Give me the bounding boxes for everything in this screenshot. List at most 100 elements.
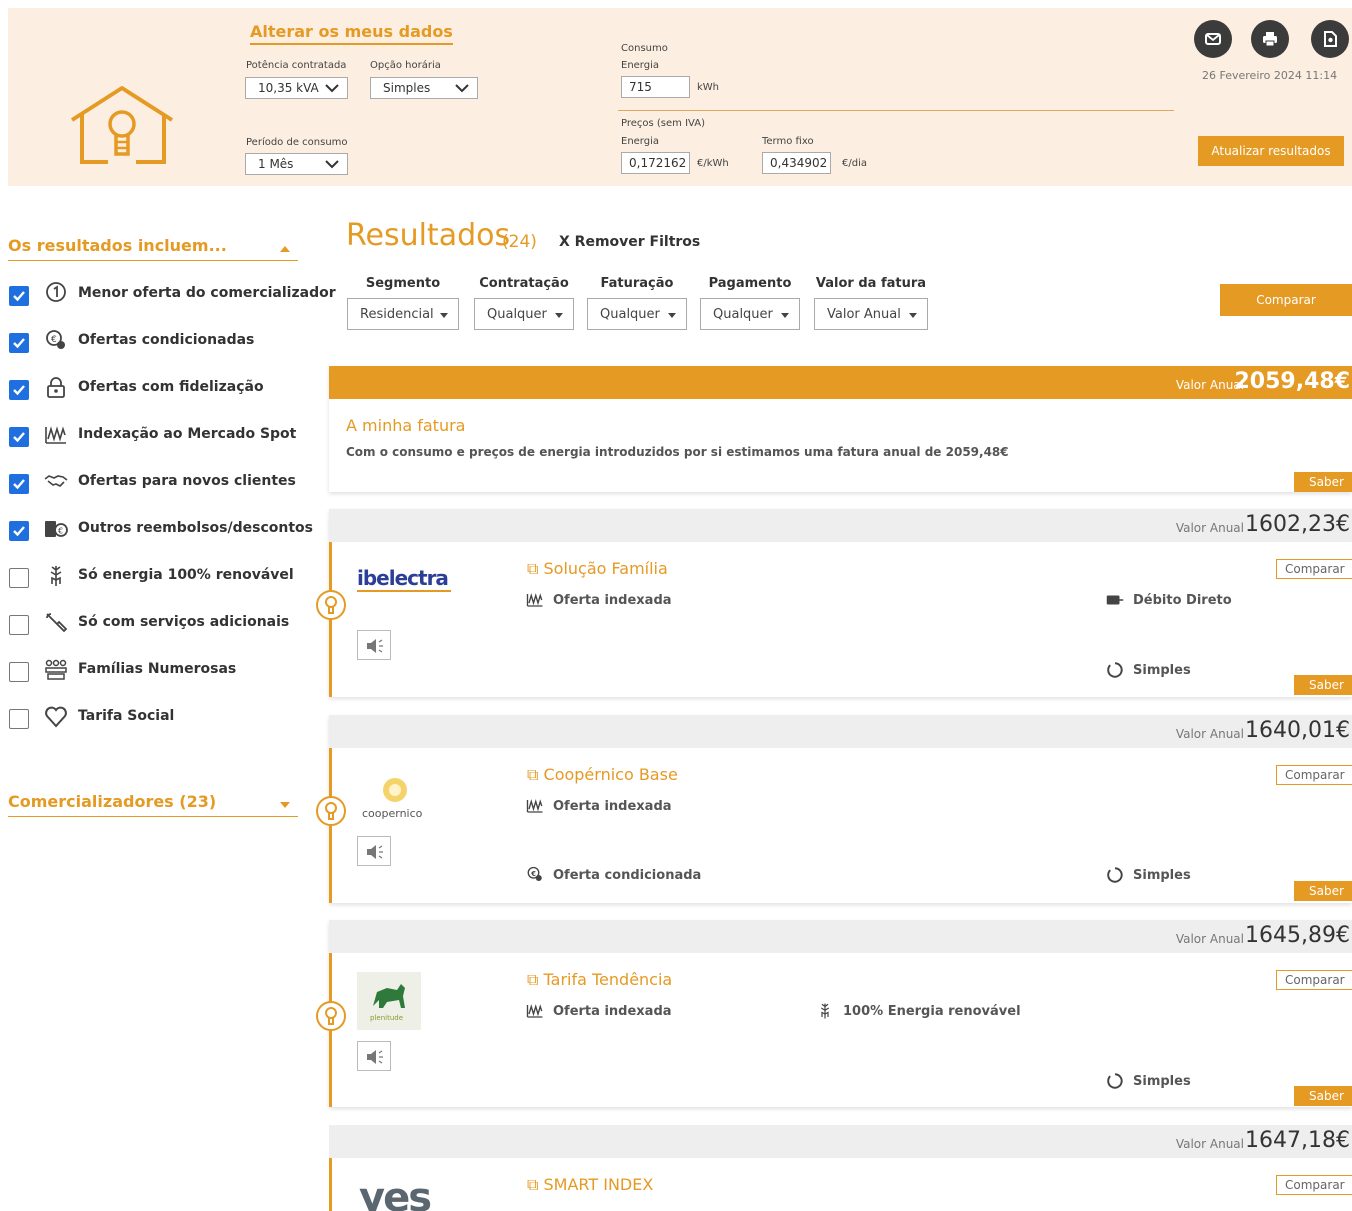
filter-tarifa-social[interactable]: Tarifa Social xyxy=(8,705,308,735)
caret-down-icon xyxy=(555,313,563,318)
results-title: Resultados xyxy=(346,218,511,253)
checkbox[interactable] xyxy=(9,709,29,729)
filter-reembolsos[interactable]: € Outros reembolsos/descontos xyxy=(8,517,313,547)
compare-button[interactable]: Comparar xyxy=(1220,284,1352,316)
offer-name-text: Tarifa Tendência xyxy=(543,970,673,989)
checkbox[interactable] xyxy=(9,662,29,682)
segmento-value: Residencial xyxy=(360,306,434,322)
filter-label: Só com serviços adicionais xyxy=(78,614,290,630)
filter-menor-oferta[interactable]: Menor oferta do comercializador xyxy=(8,282,336,312)
print-button[interactable] xyxy=(1251,20,1289,58)
checkbox[interactable] xyxy=(9,333,29,353)
remove-filters-button[interactable]: X Remover Filtros xyxy=(559,234,700,250)
offer-name[interactable]: ⧉ Solução Família xyxy=(527,559,668,579)
email-icon xyxy=(1205,33,1221,45)
feature-label: 100% Energia renovável xyxy=(843,1003,1021,1019)
comercializadores-toggle[interactable]: Comercializadores (23) xyxy=(8,792,298,817)
periodo-label: Período de consumo xyxy=(246,137,348,148)
svg-text:ibelectra: ibelectra xyxy=(357,567,448,590)
pdf-icon xyxy=(1324,31,1337,47)
renewable-icon xyxy=(50,566,62,586)
contratacao-select[interactable]: Qualquer xyxy=(474,298,574,330)
checkbox[interactable] xyxy=(9,474,29,494)
segmento-select[interactable]: Residencial xyxy=(347,298,459,330)
annual-value: 2059,48€ xyxy=(1234,369,1350,394)
checkbox[interactable] xyxy=(9,615,29,635)
filter-mercado-spot[interactable]: Indexação ao Mercado Spot xyxy=(8,423,308,453)
tools-icon xyxy=(46,613,68,633)
filter-novos-clientes[interactable]: Ofertas para novos clientes xyxy=(8,470,308,500)
offer-name-text: Solução Família xyxy=(543,559,668,578)
feature-indexada: Oferta indexada xyxy=(525,797,672,815)
saber-button[interactable]: Saber xyxy=(1294,675,1352,695)
audio-button[interactable] xyxy=(357,1041,391,1071)
checkbox[interactable] xyxy=(9,380,29,400)
filter-fidelizacao[interactable]: Ofertas com fidelização xyxy=(8,376,308,406)
compare-checkbox-button[interactable]: Comparar xyxy=(1276,1175,1352,1195)
checkbox[interactable] xyxy=(9,521,29,541)
spot-market-icon xyxy=(526,1004,543,1018)
offer-card: Valor Anual 1647,18€ yes ⧉ SMART INDEX C… xyxy=(329,1125,1352,1211)
saber-button[interactable]: Saber xyxy=(1294,472,1352,492)
feature-condicionada: € Oferta condicionada xyxy=(525,866,701,884)
lock-icon xyxy=(47,377,65,398)
feature-label: Oferta indexada xyxy=(553,1003,672,1019)
pdf-button[interactable] xyxy=(1311,20,1349,58)
audio-button[interactable] xyxy=(357,630,391,660)
preco-energia-input[interactable]: 0,172162 xyxy=(621,152,690,174)
handshake-icon xyxy=(44,475,68,487)
number-one-icon xyxy=(46,282,66,302)
data-header: Alterar os meus dados Potência contratad… xyxy=(8,8,1352,186)
checkbox[interactable] xyxy=(9,427,29,447)
filter-servicos-adicionais[interactable]: Só com serviços adicionais xyxy=(8,611,308,641)
annual-value: 1602,23€ xyxy=(1245,512,1350,537)
offer-name[interactable]: ⧉ Coopérnico Base xyxy=(527,765,678,785)
pagamento-label: Pagamento xyxy=(708,276,792,291)
periodo-select[interactable]: 1 Mês xyxy=(245,153,348,175)
speaker-icon xyxy=(367,1050,383,1064)
termo-input[interactable]: 0,434902 xyxy=(762,152,831,174)
compare-checkbox-button[interactable]: Comparar xyxy=(1276,559,1352,579)
audio-button[interactable] xyxy=(357,836,391,866)
feature-label: Simples xyxy=(1133,1073,1191,1089)
offer-name[interactable]: ⧉ Tarifa Tendência xyxy=(527,970,672,990)
results-include-title: Os resultados incluem... xyxy=(8,236,227,255)
opcao-select[interactable]: Simples xyxy=(370,77,478,99)
filter-label: Menor oferta do comercializador xyxy=(78,285,336,301)
valor-fatura-value: Valor Anual xyxy=(827,306,901,322)
results-include-toggle[interactable]: Os resultados incluem... xyxy=(8,236,298,261)
yes-logo: yes xyxy=(359,1175,432,1211)
offer-name[interactable]: ⧉ SMART INDEX xyxy=(527,1175,653,1195)
compare-checkbox-button[interactable]: Comparar xyxy=(1276,970,1352,990)
filter-label: Outros reembolsos/descontos xyxy=(78,520,313,536)
faturacao-select[interactable]: Qualquer xyxy=(587,298,687,330)
filter-label: Ofertas com fidelização xyxy=(78,379,264,395)
filter-ofertas-condicionadas[interactable]: € Ofertas condicionadas xyxy=(8,329,308,359)
svg-text:€: € xyxy=(530,870,536,878)
saber-button[interactable]: Saber xyxy=(1294,881,1352,901)
energia-input[interactable]: 715 xyxy=(621,76,690,98)
potencia-select[interactable]: 10,35 kVA xyxy=(245,77,348,99)
my-bill-description: Com o consumo e preços de energia introd… xyxy=(346,445,1009,459)
filter-familias-numerosas[interactable]: Famílias Numerosas xyxy=(8,658,308,688)
svg-text:yes: yes xyxy=(359,1175,430,1211)
pagamento-select[interactable]: Qualquer xyxy=(700,298,800,330)
precos-label: Preços (sem IVA) xyxy=(621,118,705,129)
compare-checkbox-button[interactable]: Comparar xyxy=(1276,765,1352,785)
svg-text:€: € xyxy=(58,527,63,536)
valor-fatura-select[interactable]: Valor Anual xyxy=(814,298,928,330)
plenitude-logo: plenitude xyxy=(357,972,421,1030)
update-results-button[interactable]: Atualizar resultados xyxy=(1198,136,1344,166)
chevron-down-icon xyxy=(455,84,469,93)
checkbox[interactable] xyxy=(9,568,29,588)
email-button[interactable] xyxy=(1194,20,1232,58)
contratacao-label: Contratação xyxy=(479,276,569,291)
checkbox[interactable] xyxy=(9,286,29,306)
saber-button[interactable]: Saber xyxy=(1294,1086,1352,1106)
value-label: Valor Anual xyxy=(1175,1137,1244,1151)
filter-renovavel[interactable]: Só energia 100% renovável xyxy=(8,564,308,594)
house-bulb-icon xyxy=(70,86,174,164)
collapse-icon xyxy=(280,246,290,252)
edit-data-link[interactable]: Alterar os meus dados xyxy=(250,22,453,45)
value-label: Valor Anual xyxy=(1175,727,1244,741)
